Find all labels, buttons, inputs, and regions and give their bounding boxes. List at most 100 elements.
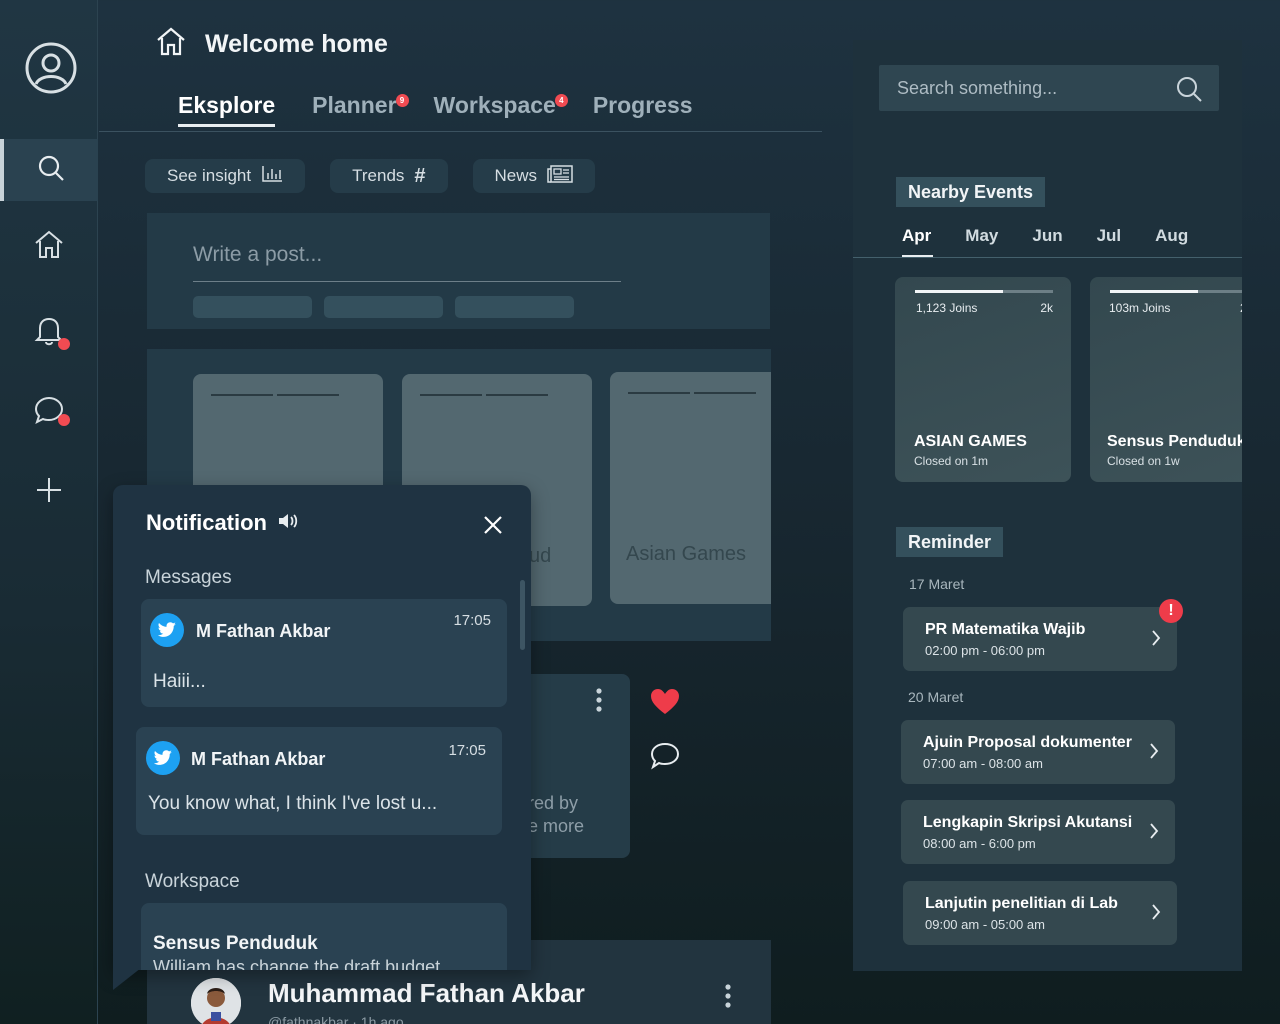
- tab-label: Eksplore: [178, 92, 276, 118]
- chat-dot: [58, 414, 70, 426]
- tab-badge: 4: [554, 94, 568, 107]
- twitter-icon: [146, 741, 180, 775]
- workspace-notification[interactable]: Sensus Penduduk William has change the d…: [141, 903, 507, 970]
- see-insight-chip[interactable]: See insight: [145, 159, 306, 193]
- reminder-item[interactable]: PR Matematika Wajib 02:00 pm - 06:00 pm: [903, 607, 1177, 671]
- reminder-title-text: Ajuin Proposal dokumenter: [923, 734, 1132, 751]
- event-name: Sensus Penduduk: [1107, 433, 1242, 450]
- page-title: Welcome home: [155, 26, 388, 63]
- message-item[interactable]: M Fathan Akbar 17:05 You know what, I th…: [136, 727, 502, 835]
- twitter-icon: [150, 613, 184, 647]
- sidebar-item-chat[interactable]: [0, 381, 98, 443]
- main-tabs: Eksplore Planner 9 Workspace 4 Progress: [178, 92, 730, 127]
- chip-label: News: [494, 166, 538, 185]
- post-input-underline: [193, 281, 621, 282]
- workspace-section-label: Workspace: [145, 871, 240, 892]
- feed-text: e more: [528, 816, 585, 836]
- month-tab[interactable]: Apr: [902, 226, 934, 258]
- comment-icon[interactable]: [650, 742, 680, 775]
- months-divider: [853, 257, 1242, 258]
- right-panel: Search something... Nearby Events Apr Ma…: [853, 40, 1242, 971]
- tab-label: Planner: [312, 92, 397, 118]
- sidebar-item-home[interactable]: [0, 215, 98, 277]
- search-placeholder: Search something...: [897, 78, 1058, 98]
- messages-section-label: Messages: [145, 567, 232, 588]
- composer-option-placeholder[interactable]: [324, 296, 443, 318]
- feed-text: red by: [528, 793, 579, 813]
- message-time: 17:05: [448, 742, 486, 759]
- story-card[interactable]: Asian Games: [610, 372, 771, 604]
- newspaper-icon: [547, 164, 573, 188]
- close-icon[interactable]: [481, 513, 505, 537]
- reminder-item[interactable]: Lanjutin penelitian di Lab 09:00 am - 05…: [903, 881, 1177, 945]
- author-meta: @fathnakbar · 1h ago: [268, 1014, 404, 1024]
- story-label: Asian Games: [626, 543, 747, 565]
- profile-avatar-icon[interactable]: [25, 42, 77, 94]
- sidebar-item-add[interactable]: [0, 461, 98, 523]
- chip-label: See insight: [167, 166, 252, 185]
- bar-chart-icon: [261, 165, 283, 188]
- chevron-right-icon[interactable]: [1149, 742, 1159, 765]
- sidebar: [0, 0, 98, 1024]
- tab-label: Progress: [592, 92, 693, 118]
- sidebar-item-notifications[interactable]: [0, 301, 98, 363]
- trends-chip[interactable]: Trends #: [330, 159, 448, 193]
- story-label: ud: [529, 545, 552, 567]
- author-name: Muhammad Fathan Akbar: [268, 978, 585, 1008]
- post-input[interactable]: Write a post...: [193, 243, 322, 267]
- chevron-right-icon[interactable]: [1149, 822, 1159, 845]
- month-tab[interactable]: Jun: [1032, 226, 1062, 258]
- story-line: [211, 394, 273, 396]
- event-joins: 1,123 Joins: [916, 301, 978, 315]
- notification-dot: [58, 338, 70, 350]
- event-progress: [1110, 290, 1199, 293]
- chevron-right-icon[interactable]: [1151, 629, 1161, 652]
- feed-post-card[interactable]: red by e more: [520, 674, 630, 858]
- story-line: [628, 392, 690, 394]
- tab-label: Workspace: [433, 92, 556, 118]
- search-input[interactable]: Search something...: [879, 65, 1219, 111]
- hashtag-icon: #: [414, 164, 426, 187]
- reminder-title-text: Lanjutin penelitian di Lab: [925, 895, 1118, 912]
- composer-option-placeholder[interactable]: [455, 296, 574, 318]
- chevron-right-icon[interactable]: [1151, 903, 1161, 926]
- month-tabs: Apr May Jun Jul Aug: [902, 226, 1222, 258]
- tab-planner[interactable]: Planner 9: [312, 92, 409, 127]
- search-icon[interactable]: [1175, 75, 1203, 108]
- tab-workspace[interactable]: Workspace 4: [433, 92, 568, 127]
- event-card[interactable]: 103m Joins 250m Sensus Penduduk Closed o…: [1090, 277, 1242, 482]
- event-progress: [915, 290, 1004, 293]
- reminder-title-text: PR Matematika Wajib: [925, 621, 1086, 638]
- more-options-icon[interactable]: [594, 686, 604, 721]
- event-max: 2k: [1040, 301, 1053, 315]
- chip-label: Trends: [352, 166, 405, 185]
- heart-icon[interactable]: [650, 688, 680, 721]
- reminder-item[interactable]: Ajuin Proposal dokumenter 07:00 am - 08:…: [901, 720, 1175, 784]
- month-tab[interactable]: May: [965, 226, 998, 258]
- message-item[interactable]: M Fathan Akbar 17:05 Haiii...: [141, 599, 507, 707]
- message-text: You know what, I think I've lost u...: [148, 793, 438, 814]
- tab-progress[interactable]: Progress: [593, 92, 693, 127]
- month-tab[interactable]: Jul: [1097, 226, 1122, 258]
- reminder-item[interactable]: Lengkapin Skripsi Akutansi 08:00 am - 6:…: [901, 800, 1175, 864]
- sidebar-item-search[interactable]: [0, 139, 98, 201]
- event-card[interactable]: 1,123 Joins 2k ASIAN GAMES Closed on 1m: [895, 277, 1071, 482]
- tabs-divider: [99, 131, 822, 132]
- event-max: 250m: [1240, 301, 1242, 315]
- scrollbar[interactable]: [520, 580, 525, 650]
- message-sender: M Fathan Akbar: [196, 621, 331, 641]
- news-chip[interactable]: News: [472, 159, 596, 193]
- post-composer[interactable]: Write a post...: [147, 213, 770, 329]
- composer-option-placeholder[interactable]: [193, 296, 312, 318]
- reminder-date: 17 Maret: [909, 576, 965, 592]
- reminder-title: Reminder: [896, 527, 1004, 557]
- popup-tail: [113, 968, 141, 990]
- avatar[interactable]: [191, 978, 241, 1024]
- more-options-icon[interactable]: [723, 982, 733, 1017]
- month-tab[interactable]: Aug: [1155, 226, 1188, 258]
- notification-title-text: Notification: [146, 510, 267, 535]
- tab-eksplore[interactable]: Eksplore: [178, 92, 276, 127]
- event-closed: Closed on 1m: [914, 454, 989, 468]
- reminder-time: 09:00 am - 05:00 am: [925, 917, 1045, 932]
- workspace-title: Sensus Penduduk: [153, 933, 318, 954]
